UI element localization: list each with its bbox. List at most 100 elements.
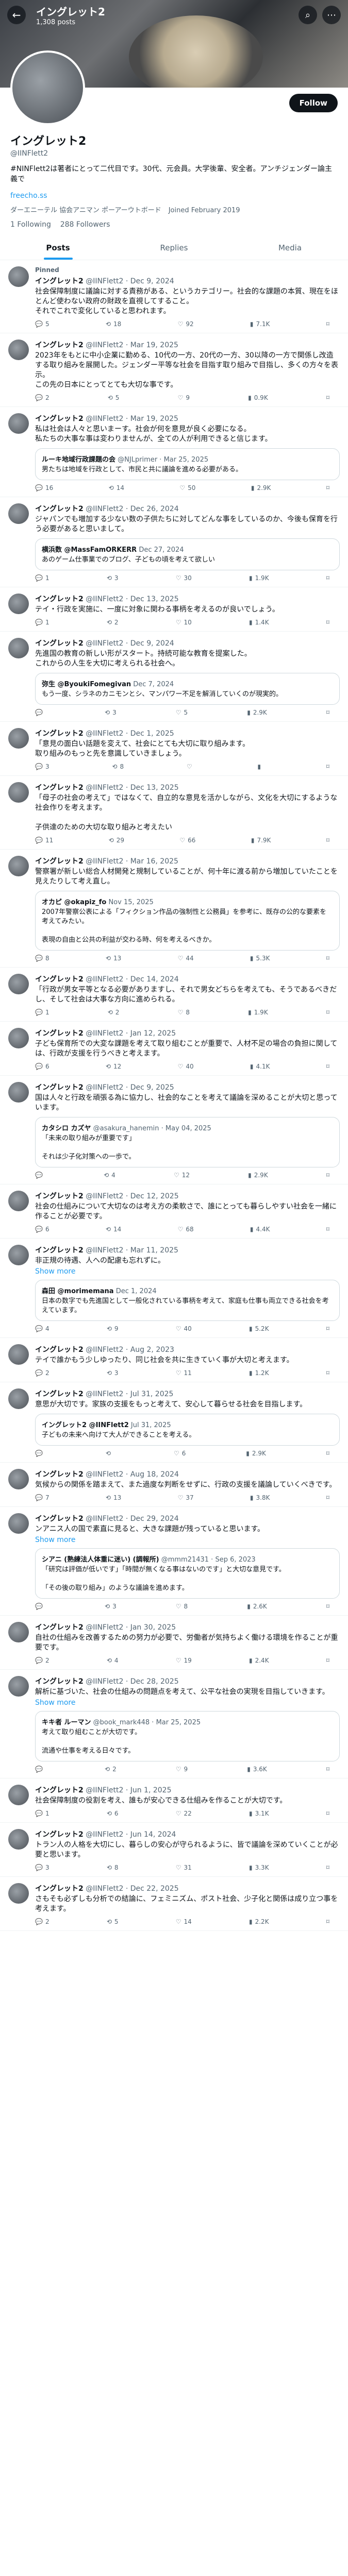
repost-button[interactable]: ⟲ 12: [106, 1063, 121, 1070]
post-author[interactable]: イングレット2: [35, 277, 84, 285]
views-button[interactable]: ▮ 7.9K: [251, 837, 271, 844]
reply-button[interactable]: 💬 2: [35, 1657, 49, 1664]
repost-button[interactable]: ⟲ 3: [107, 1369, 119, 1377]
repost-button[interactable]: ⟲ 5: [107, 1918, 119, 1925]
bookmark-button[interactable]: ⌑: [326, 763, 329, 770]
like-button[interactable]: ♡ 50: [179, 484, 195, 492]
post-avatar[interactable]: [8, 1245, 29, 1265]
post[interactable]: イングレット2 @IINFlett2 · Dec 13, 2025 テイ・行政を実…: [0, 587, 348, 632]
bookmark-button[interactable]: ⌑: [326, 619, 329, 626]
post-author[interactable]: イングレット2: [35, 1515, 84, 1523]
post[interactable]: イングレット2 @IINFlett2 · Dec 13, 2025 「母子の社会の…: [0, 776, 348, 850]
bookmark-button[interactable]: ⌑: [326, 1226, 329, 1233]
views-button[interactable]: ▮ 3.6K: [247, 1766, 267, 1773]
views-button[interactable]: ▮ 7.1K: [250, 320, 270, 328]
bookmark-button[interactable]: ⌑: [326, 1918, 329, 1925]
tab-replies[interactable]: Replies: [116, 236, 232, 260]
post-author[interactable]: イングレット2: [35, 341, 84, 349]
reply-button[interactable]: 💬 8: [35, 955, 49, 962]
post-author[interactable]: イングレット2: [35, 730, 84, 738]
post[interactable]: イングレット2 @IINFlett2 · Jul 31, 2025 意思が大切です…: [0, 1382, 348, 1463]
bookmark-button[interactable]: ⌑: [326, 1603, 329, 1610]
post-author[interactable]: イングレット2: [35, 1786, 84, 1794]
views-button[interactable]: ▮: [257, 763, 263, 770]
views-button[interactable]: ▮ 4.1K: [250, 1063, 270, 1070]
views-button[interactable]: ▮ 2.4K: [249, 1657, 269, 1664]
quoted-post[interactable]: イングレット2 @IINFlett2 Jul 31, 2025 子どもの未来へ向け…: [35, 1414, 340, 1446]
show-more-link[interactable]: Show more: [35, 1267, 340, 1276]
post-author[interactable]: イングレット2: [35, 1470, 84, 1479]
reply-button[interactable]: 💬 1: [35, 619, 49, 626]
post-author[interactable]: イングレット2: [35, 784, 84, 792]
post-avatar[interactable]: [8, 503, 29, 524]
quoted-post[interactable]: オカピ @okapiz_fo Nov 15, 2025 2007年警察公表による「…: [35, 891, 340, 951]
post-avatar[interactable]: [8, 413, 29, 434]
views-button[interactable]: ▮ 2.9K: [248, 1172, 268, 1179]
like-button[interactable]: ♡ 37: [178, 1494, 194, 1501]
views-button[interactable]: ▮ 5.2K: [249, 1325, 269, 1332]
post-avatar[interactable]: [8, 1883, 29, 1904]
post-avatar[interactable]: [8, 638, 29, 658]
repost-button[interactable]: ⟲ 13: [106, 955, 121, 962]
reply-button[interactable]: 💬 11: [35, 837, 53, 844]
repost-button[interactable]: ⟲ 3: [107, 574, 119, 582]
bookmark-button[interactable]: ⌑: [326, 394, 329, 401]
post-author[interactable]: イングレット2: [35, 1623, 84, 1632]
reply-button[interactable]: 💬 6: [35, 1226, 49, 1233]
post-avatar[interactable]: [8, 594, 29, 614]
views-button[interactable]: ▮ 2.9K: [246, 1450, 266, 1457]
post-author[interactable]: イングレット2: [35, 1885, 84, 1893]
repost-button[interactable]: ⟲ 5: [108, 394, 120, 401]
reply-button[interactable]: 💬 2: [35, 1918, 49, 1925]
bookmark-button[interactable]: ⌑: [326, 1325, 329, 1332]
post-author[interactable]: イングレット2: [35, 1246, 84, 1255]
quoted-post[interactable]: ルーキ地域行政課題の会 @NJLprimer · Mar 25, 2025 男たち…: [35, 448, 340, 480]
repost-button[interactable]: ⟲ 2: [107, 619, 119, 626]
like-button[interactable]: ♡ 8: [176, 1603, 188, 1610]
like-button[interactable]: ♡ 66: [179, 837, 195, 844]
post[interactable]: イングレット2 @IINFlett2 · Dec 26, 2024 ジャパンでも増…: [0, 497, 348, 587]
views-button[interactable]: ▮ 2.9K: [251, 484, 271, 492]
reply-button[interactable]: 💬 1: [35, 1009, 49, 1016]
reply-button[interactable]: 💬 3: [35, 1864, 49, 1871]
show-more-link[interactable]: Show more: [35, 1536, 340, 1544]
post-avatar[interactable]: [8, 1388, 29, 1409]
quoted-post[interactable]: 横浜数 @MassFamORKERR Dec 27, 2024 あのゲーム仕事業で…: [35, 538, 340, 570]
repost-button[interactable]: ⟲ 2: [108, 1009, 120, 1016]
back-arrow-icon[interactable]: ←: [7, 6, 26, 24]
repost-button[interactable]: ⟲ 14: [106, 1226, 121, 1233]
like-button[interactable]: ♡ 9: [178, 394, 190, 401]
bookmark-button[interactable]: ⌑: [326, 1766, 329, 1773]
like-button[interactable]: ♡ 68: [178, 1226, 194, 1233]
bookmark-button[interactable]: ⌑: [326, 1063, 329, 1070]
repost-button[interactable]: ⟲ 4: [104, 1172, 115, 1179]
repost-button[interactable]: ⟲: [106, 1450, 113, 1457]
like-button[interactable]: ♡ 14: [176, 1918, 192, 1925]
views-button[interactable]: ▮ 3.8K: [250, 1494, 270, 1501]
like-button[interactable]: ♡ 12: [174, 1172, 190, 1179]
post[interactable]: イングレット2 @IINFlett2 · Dec 28, 2025 解析に基づいた…: [0, 1670, 348, 1778]
views-button[interactable]: ▮ 0.9K: [248, 394, 268, 401]
like-button[interactable]: ♡ 44: [178, 955, 194, 962]
post-avatar[interactable]: [8, 782, 29, 803]
bookmark-button[interactable]: ⌑: [326, 1009, 329, 1016]
reply-button[interactable]: 💬: [35, 1766, 45, 1773]
post[interactable]: イングレット2 @IINFlett2 · Dec 22, 2025 さもそも必ずし…: [0, 1877, 348, 1931]
post-author[interactable]: イングレット2: [35, 505, 84, 513]
reply-button[interactable]: 💬 3: [35, 763, 49, 770]
views-button[interactable]: ▮ 4.4K: [250, 1226, 270, 1233]
post-author[interactable]: イングレット2: [35, 1192, 84, 1200]
like-button[interactable]: ♡ 40: [178, 1063, 194, 1070]
reply-button[interactable]: 💬 2: [35, 394, 49, 401]
views-button[interactable]: ▮ 2.9K: [247, 709, 267, 716]
repost-button[interactable]: ⟲ 14: [109, 484, 124, 492]
reply-button[interactable]: 💬 1: [35, 1810, 49, 1817]
bookmark-button[interactable]: ⌑: [326, 1450, 329, 1457]
bookmark-button[interactable]: ⌑: [326, 837, 329, 844]
post-avatar[interactable]: [8, 1513, 29, 1534]
like-button[interactable]: ♡ 30: [176, 574, 192, 582]
bookmark-button[interactable]: ⌑: [326, 320, 329, 328]
like-button[interactable]: ♡ 9: [176, 1766, 188, 1773]
post-avatar[interactable]: [8, 1191, 29, 1211]
post-author[interactable]: イングレット2: [35, 1083, 84, 1092]
